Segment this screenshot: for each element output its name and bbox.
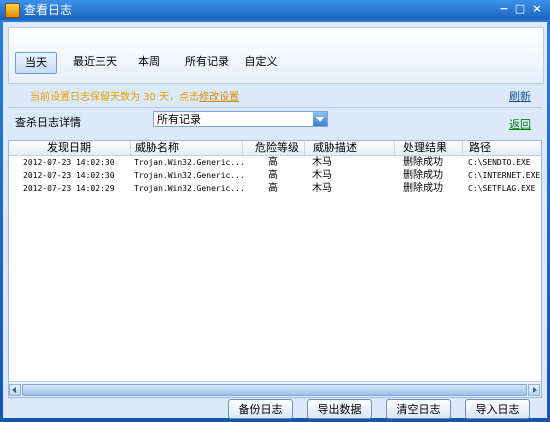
time-range-tabs: 当天 最近三天 本周 所有记录 自定义 [8, 27, 544, 84]
chevron-down-icon[interactable] [313, 112, 327, 126]
tab-this-week[interactable]: 本周 [130, 52, 168, 72]
close-button[interactable]: × [530, 2, 544, 16]
cell-risk-level: 高 [268, 183, 278, 194]
tab-custom[interactable]: 自定义 [241, 52, 281, 72]
table-row[interactable]: 2012-07-23 14:02:30 Trojan.Win32.Generic… [9, 169, 541, 182]
column-header-date[interactable]: 发现日期 [9, 141, 131, 155]
column-header-threat-name[interactable]: 威胁名称 [131, 141, 243, 155]
content-area: 当天 最近三天 本周 所有记录 自定义 当前设置日志保留天数为 30 天，点击修… [3, 22, 547, 419]
table-header: 发现日期 威胁名称 危险等级 威胁描述 处理结果 路径 [9, 141, 541, 156]
maximize-button[interactable]: □ [513, 2, 527, 16]
column-header-threat-description[interactable]: 威胁描述 [305, 141, 395, 155]
table-row[interactable]: 2012-07-23 14:02:30 Trojan.Win32.Generic… [9, 156, 541, 169]
export-data-button[interactable]: 导出数据 [307, 399, 372, 419]
scroll-left-icon[interactable] [9, 384, 21, 396]
cell-threat-name: Trojan.Win32.Generic... [134, 171, 245, 180]
cell-result: 删除成功 [403, 157, 443, 168]
title-bar[interactable]: 查看日志 − □ × [0, 0, 550, 20]
import-log-button[interactable]: 导入日志 [465, 399, 530, 419]
backup-log-button[interactable]: 备份日志 [228, 399, 293, 419]
log-viewer-window: 查看日志 − □ × 当天 最近三天 本周 所有记录 自定义 当前设置日志保留天… [0, 0, 550, 422]
cell-threat-name: Trojan.Win32.Generic... [134, 184, 245, 193]
record-filter-value: 所有记录 [157, 113, 201, 126]
filter-label: 查杀日志详情 [15, 116, 81, 129]
cell-threat-name: Trojan.Win32.Generic... [134, 158, 245, 167]
column-header-result[interactable]: 处理结果 [395, 141, 463, 155]
cell-date: 2012-07-23 14:02:29 [23, 184, 115, 193]
minimize-button[interactable]: − [497, 2, 511, 16]
tab-last-three-days[interactable]: 最近三天 [67, 52, 123, 72]
column-header-risk-level[interactable]: 危险等级 [243, 141, 305, 155]
cell-path: C:\SETFLAG.EXE [468, 184, 536, 193]
cell-risk-level: 高 [268, 170, 278, 181]
table-row[interactable]: 2012-07-23 14:02:29 Trojan.Win32.Generic… [9, 182, 541, 195]
tab-today[interactable]: 当天 [15, 52, 57, 74]
cell-threat-description: 木马 [312, 183, 332, 194]
scroll-right-icon[interactable] [528, 384, 540, 396]
tab-all-records[interactable]: 所有记录 [179, 52, 235, 72]
record-filter-select[interactable]: 所有记录 [153, 111, 328, 127]
modify-settings-link[interactable]: 修改设置 [199, 92, 239, 103]
column-header-path[interactable]: 路径 [463, 141, 541, 155]
cell-path: C:\SENDTO.EXE [468, 158, 531, 167]
cell-threat-description: 木马 [312, 170, 332, 181]
back-link[interactable]: 返回 [509, 116, 531, 132]
retention-notice-text: 当前设置日志保留天数为 30 天，点击 [30, 92, 200, 103]
cell-result: 删除成功 [403, 170, 443, 181]
log-table: 发现日期 威胁名称 危险等级 威胁描述 处理结果 路径 2012-07-23 1… [8, 140, 542, 398]
cell-result: 删除成功 [403, 183, 443, 194]
cell-threat-description: 木马 [312, 157, 332, 168]
cell-date: 2012-07-23 14:02:30 [23, 158, 115, 167]
horizontal-scrollbar[interactable] [9, 381, 541, 397]
refresh-link[interactable]: 刷新 [509, 88, 531, 104]
scrollbar-thumb[interactable] [22, 384, 527, 396]
retention-notice: 当前设置日志保留天数为 30 天，点击修改设置 [30, 88, 239, 103]
divider [8, 107, 542, 108]
window-title: 查看日志 [24, 3, 73, 17]
clear-log-button[interactable]: 清空日志 [386, 399, 451, 419]
app-shield-icon [5, 3, 20, 18]
cell-date: 2012-07-23 14:02:30 [23, 171, 115, 180]
cell-risk-level: 高 [268, 157, 278, 168]
cell-path: C:\INTERNET.EXE [468, 171, 541, 180]
